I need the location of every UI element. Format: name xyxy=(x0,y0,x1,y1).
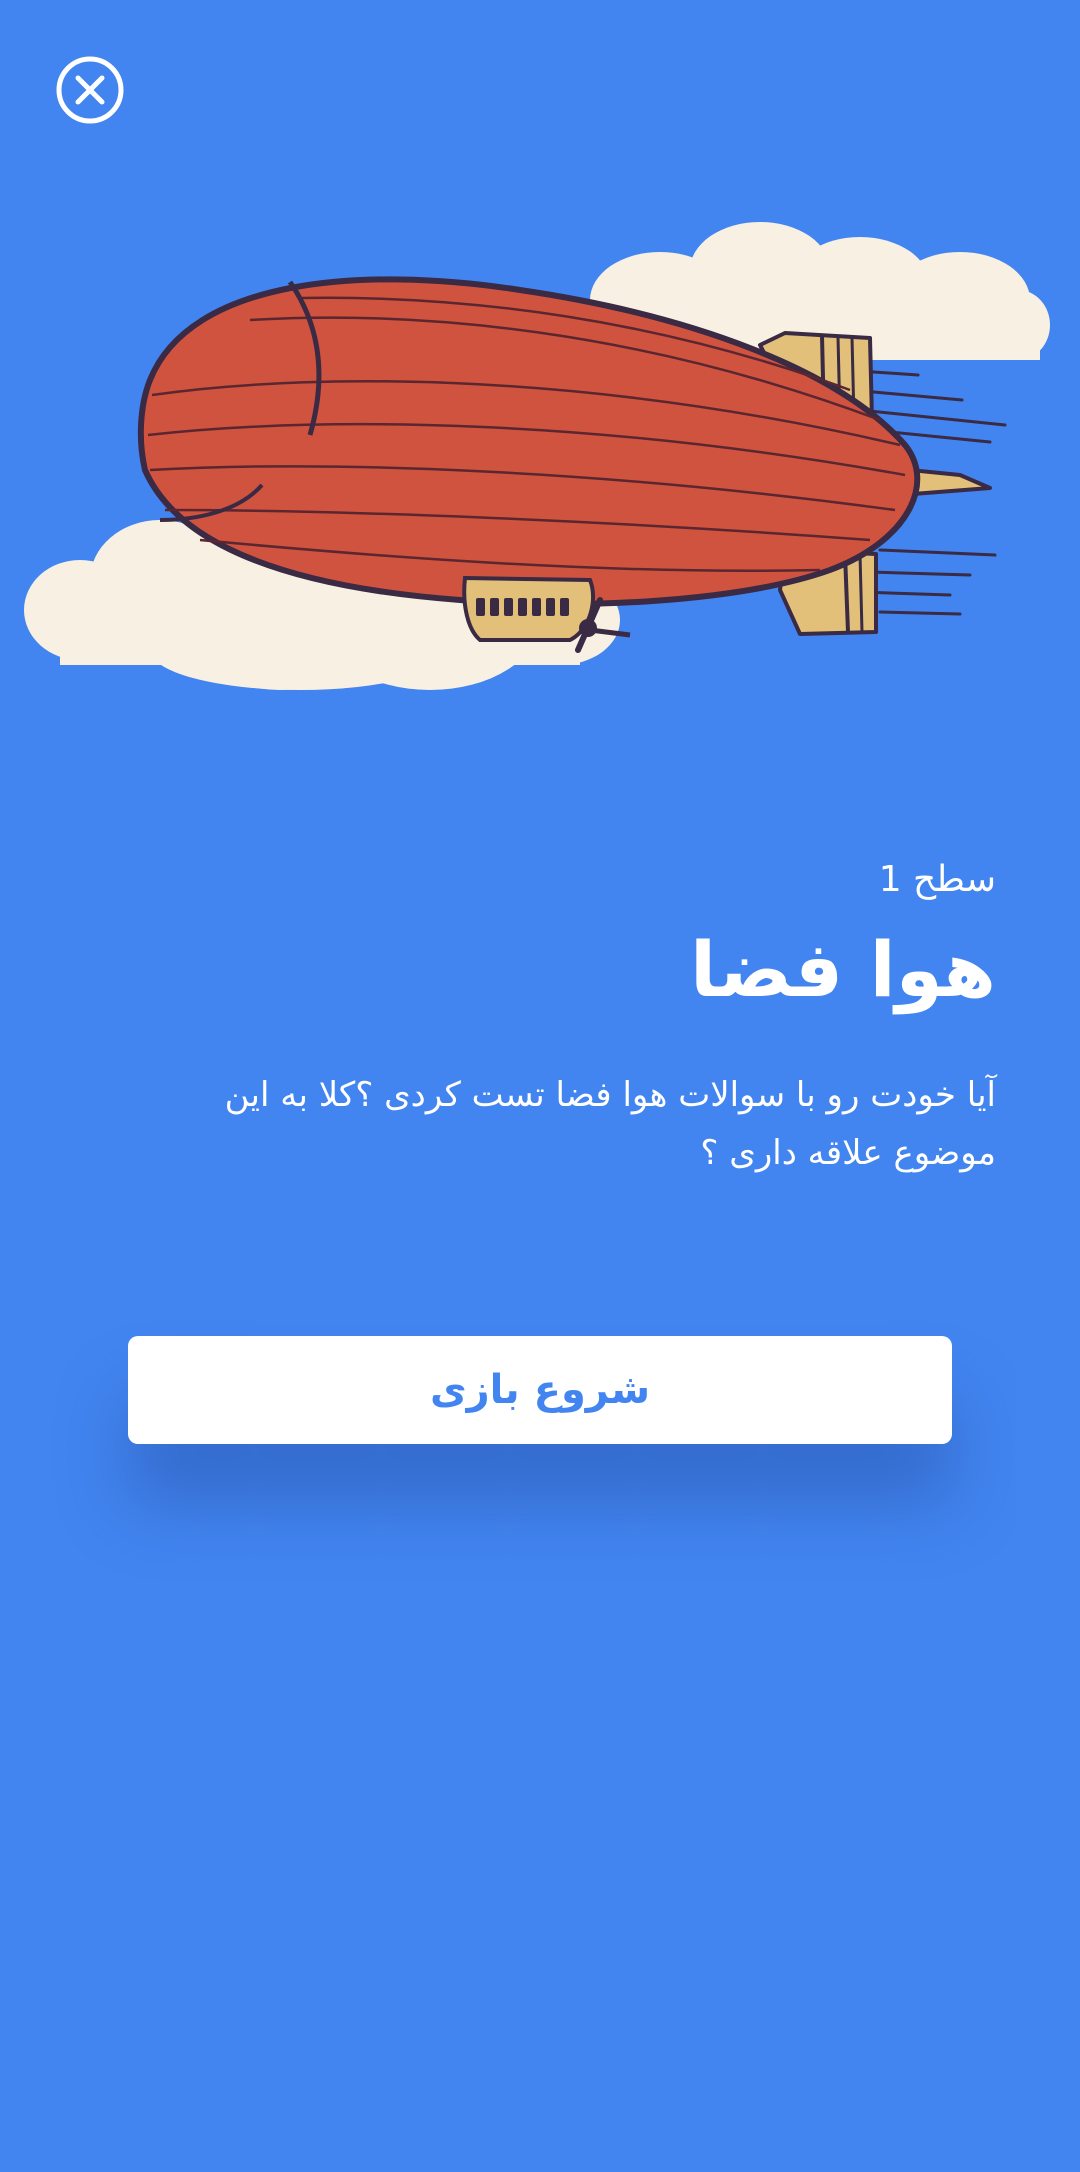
level-label: سطح 1 xyxy=(878,859,996,900)
close-button[interactable] xyxy=(56,56,124,124)
close-circle-icon xyxy=(56,56,124,124)
start-game-button[interactable]: شروع بازی xyxy=(128,1336,952,1444)
page-title: هوا فضا xyxy=(689,925,996,1014)
description-text: آیا خودت رو با سوالات هوا فضا تست کردی ؟… xyxy=(224,1075,996,1173)
start-game-button-label: شروع بازی xyxy=(429,1367,651,1413)
airship-illustration xyxy=(0,220,1080,700)
airship-icon xyxy=(24,222,1050,690)
